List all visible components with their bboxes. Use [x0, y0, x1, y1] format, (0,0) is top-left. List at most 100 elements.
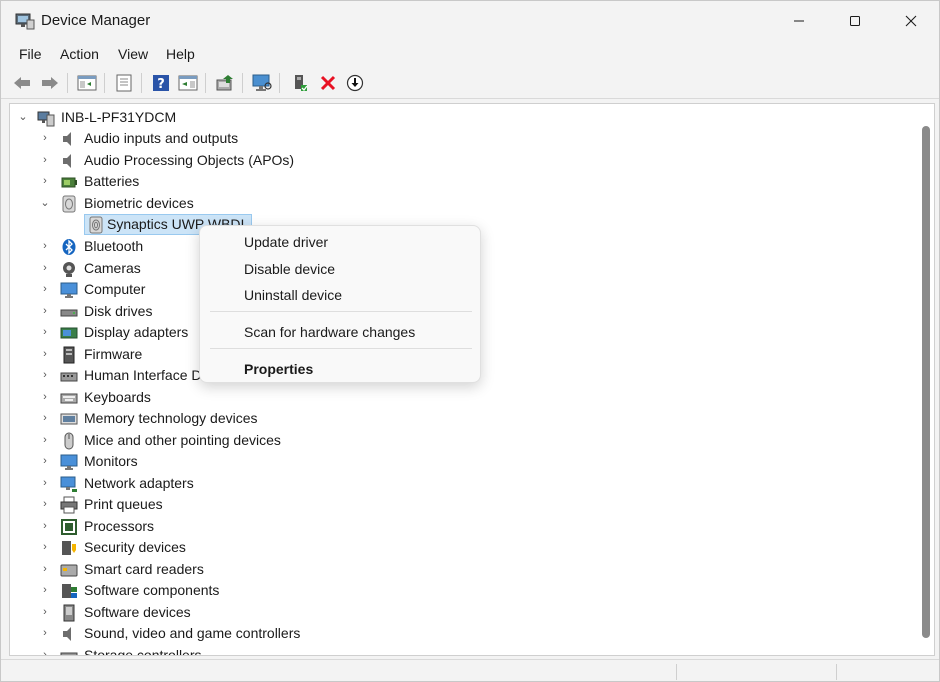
- tree-category[interactable]: › Print queues: [10, 494, 915, 515]
- tree-category[interactable]: ⌄ Biometric devices: [10, 193, 915, 214]
- tree-category-label: Software devices: [84, 604, 191, 620]
- chevron-right-icon[interactable]: ›: [39, 153, 51, 167]
- chevron-right-icon[interactable]: ›: [39, 390, 51, 404]
- speaker-icon: [63, 132, 71, 146]
- tree-category[interactable]: › Keyboards: [10, 387, 915, 408]
- tree-category-label: Audio inputs and outputs: [84, 130, 239, 146]
- download-driver-button[interactable]: [344, 72, 366, 94]
- chevron-right-icon[interactable]: ›: [39, 562, 51, 576]
- tree-category-label: Human Interface D: [84, 367, 202, 383]
- tree-category[interactable]: › Memory technology devices: [10, 408, 915, 429]
- menu-bar: File Action View Help: [1, 41, 939, 67]
- ctx-scan-hardware[interactable]: Scan for hardware changes: [244, 324, 415, 340]
- hid-icon: [60, 372, 78, 382]
- action-pane-icon: [178, 75, 198, 91]
- security-device-icon: [62, 541, 76, 555]
- enable-device-button[interactable]: [289, 72, 311, 94]
- title-bar[interactable]: Device Manager: [1, 1, 939, 41]
- ctx-properties[interactable]: Properties: [244, 361, 313, 377]
- ctx-disable-device[interactable]: Disable device: [244, 261, 335, 277]
- chevron-right-icon[interactable]: ›: [39, 174, 51, 188]
- help-icon: ?: [153, 75, 169, 92]
- toolbar-separator: [242, 73, 243, 93]
- processor-icon: [61, 519, 77, 535]
- device-manager-icon: [15, 13, 35, 30]
- chevron-right-icon[interactable]: ›: [39, 433, 51, 447]
- tree-category[interactable]: › Storage controllers: [10, 645, 915, 655]
- tree-category[interactable]: › Processors: [10, 516, 915, 537]
- chevron-right-icon[interactable]: ›: [39, 454, 51, 468]
- chevron-right-icon[interactable]: ›: [39, 626, 51, 640]
- uninstall-device-button[interactable]: [317, 72, 339, 94]
- close-icon: [905, 15, 917, 27]
- ctx-separator: [210, 348, 472, 349]
- tree-category[interactable]: › Network adapters: [10, 473, 915, 494]
- chevron-right-icon[interactable]: ›: [39, 347, 51, 361]
- minimize-button[interactable]: [771, 1, 827, 41]
- tree-category-label: Keyboards: [84, 389, 151, 405]
- chevron-right-icon[interactable]: ›: [39, 476, 51, 490]
- menu-help[interactable]: Help: [166, 46, 195, 62]
- minimize-icon: [794, 20, 804, 22]
- tree-category[interactable]: › Batteries: [10, 171, 915, 192]
- update-driver-button[interactable]: [214, 72, 236, 94]
- scan-hardware-button[interactable]: [251, 72, 273, 94]
- tree-category-label: Smart card readers: [84, 561, 204, 577]
- chevron-right-icon[interactable]: ›: [39, 325, 51, 339]
- storage-controller-icon: [60, 652, 78, 655]
- close-button[interactable]: [883, 1, 939, 41]
- software-device-icon: [63, 604, 75, 622]
- tree-category-label: Biometric devices: [84, 195, 194, 211]
- chevron-right-icon[interactable]: ›: [39, 131, 51, 145]
- firmware-icon: [63, 346, 75, 364]
- menu-file[interactable]: File: [19, 46, 42, 62]
- fingerprint-icon: [89, 216, 103, 234]
- ctx-uninstall-device[interactable]: Uninstall device: [244, 287, 342, 303]
- chevron-right-icon[interactable]: ›: [39, 282, 51, 296]
- tree-category[interactable]: › Smart card readers: [10, 559, 915, 580]
- show-hide-tree-button[interactable]: [76, 72, 98, 94]
- chevron-right-icon[interactable]: ›: [39, 540, 51, 554]
- chevron-right-icon[interactable]: ›: [39, 261, 51, 275]
- menu-action[interactable]: Action: [60, 46, 99, 62]
- tree-category[interactable]: › Sound, video and game controllers: [10, 623, 915, 644]
- menu-view[interactable]: View: [118, 46, 148, 62]
- tree-category[interactable]: › Security devices: [10, 537, 915, 558]
- tree-category[interactable]: › Audio Processing Objects (APOs): [10, 150, 915, 171]
- chevron-right-icon[interactable]: ›: [39, 605, 51, 619]
- tree-category[interactable]: › Audio inputs and outputs: [10, 128, 915, 149]
- back-button[interactable]: [11, 72, 33, 94]
- tree-root[interactable]: ⌄ INB-L-PF31YDCM: [10, 107, 915, 128]
- ctx-separator: [210, 311, 472, 312]
- scrollbar-thumb[interactable]: [922, 126, 930, 638]
- monitor-icon: [60, 282, 78, 298]
- tree-category-label: Mice and other pointing devices: [84, 432, 281, 448]
- chevron-right-icon[interactable]: ›: [39, 368, 51, 382]
- ctx-update-driver[interactable]: Update driver: [244, 234, 328, 250]
- webcam-icon: [63, 262, 75, 277]
- tree-category[interactable]: › Mice and other pointing devices: [10, 430, 915, 451]
- chevron-down-icon[interactable]: ⌄: [39, 196, 51, 210]
- tree-category[interactable]: › Software components: [10, 580, 915, 601]
- forward-button[interactable]: [39, 72, 61, 94]
- chevron-right-icon[interactable]: ›: [39, 411, 51, 425]
- help-button[interactable]: ?: [150, 72, 172, 94]
- maximize-button[interactable]: [827, 1, 883, 41]
- chevron-right-icon[interactable]: ›: [39, 583, 51, 597]
- context-menu: Update driver Disable device Uninstall d…: [199, 225, 481, 383]
- printer-icon: [60, 496, 78, 514]
- chevron-right-icon[interactable]: ›: [39, 239, 51, 253]
- chevron-right-icon[interactable]: ›: [39, 648, 51, 655]
- properties-sheet-button[interactable]: [113, 72, 135, 94]
- vertical-scrollbar[interactable]: [918, 104, 934, 655]
- chevron-down-icon[interactable]: ⌄: [17, 110, 29, 124]
- chevron-right-icon[interactable]: ›: [39, 519, 51, 533]
- action-pane-button[interactable]: [177, 72, 199, 94]
- tree-category[interactable]: › Software devices: [10, 602, 915, 623]
- mouse-icon: [64, 432, 74, 450]
- chevron-right-icon[interactable]: ›: [39, 304, 51, 318]
- chevron-right-icon[interactable]: ›: [39, 497, 51, 511]
- tree-category-label: Sound, video and game controllers: [84, 625, 301, 641]
- tree-category[interactable]: › Monitors: [10, 451, 915, 472]
- update-driver-icon: [216, 75, 233, 91]
